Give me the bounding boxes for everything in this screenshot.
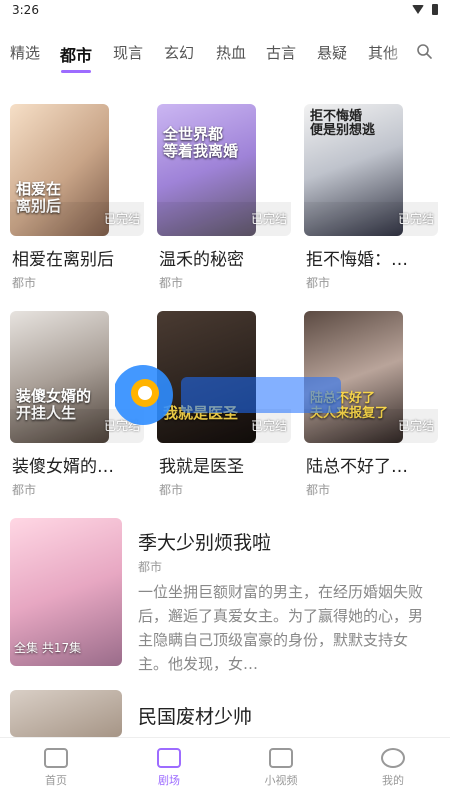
video-icon [269,748,293,768]
book-title[interactable]: 装傻女婿的… [12,452,114,477]
bottom-nav: 首页 剧场 小视频 我的 [0,737,450,802]
list-genre: 都市 [138,560,163,574]
tab-xuanhuan[interactable]: 玄幻 [164,42,194,63]
nav-label: 小视频 [264,774,298,787]
wifi-icon [412,5,424,14]
book-genre: 都市 [159,276,184,290]
status-badge: 已完结 [250,212,287,226]
cover-text: 拒不悔婚 便是别想逃 [310,109,376,139]
watermark-logo [115,365,341,425]
nav-profile[interactable]: 我的 [348,738,438,788]
list-description: 一位坐拥巨额财富的男主，在经历婚姻失败后，邂逅了真爱女主。为了赢得她的心，男主隐… [138,583,424,673]
status-badge: 已完结 [103,212,140,226]
book-cover[interactable]: 全集 共17集 [10,518,122,666]
list-title[interactable]: 季大少别烦我啦 [138,528,271,555]
badge-band: 已完结 [157,202,291,236]
book-genre: 都市 [306,276,331,290]
tabs-fade [385,35,415,75]
tab-guyan[interactable]: 古言 [266,42,296,63]
badge-band: 已完结 [10,202,144,236]
list-item[interactable]: 民国废材少帅 [10,690,440,737]
status-badge: 已完结 [397,419,434,433]
theater-icon [157,748,181,768]
cover-text: 全世界都 等着我离婚 [163,125,239,160]
tab-dushi[interactable]: 都市 [60,42,92,66]
home-icon [44,748,68,768]
active-tab-indicator [61,70,91,73]
book-title[interactable]: 相爱在离别后 [12,245,114,270]
nav-home[interactable]: 首页 [11,738,101,788]
profile-icon [381,748,405,768]
book-genre: 都市 [159,483,184,497]
status-icons [412,4,438,15]
tab-jingxuan[interactable]: 精选 [10,42,40,63]
book-title[interactable]: 温禾的秘密 [159,245,244,270]
tab-xuanyi[interactable]: 悬疑 [317,42,347,63]
tab-rexue[interactable]: 热血 [216,42,246,63]
book-genre: 都市 [12,483,37,497]
book-cover[interactable] [10,690,122,737]
nav-label: 我的 [382,774,404,787]
nav-label: 首页 [45,774,67,787]
tab-xianyan[interactable]: 现言 [113,42,143,63]
book-genre: 都市 [12,276,37,290]
nav-theater[interactable]: 剧场 [124,738,214,788]
search-icon[interactable] [416,43,432,59]
badge-band: 已完结 [304,202,438,236]
episode-badge: 全集 共17集 [14,641,82,655]
list-title[interactable]: 民国废材少帅 [138,702,252,729]
book-title[interactable]: 我就是医圣 [159,452,244,477]
book-title[interactable]: 陆总不好了… [306,452,408,477]
nav-label: 剧场 [158,774,180,787]
list-item[interactable]: 全集 共17集 季大少别烦我啦 都市 一位坐拥巨额财富的男主，在经历婚姻失败后，… [10,518,440,673]
book-title[interactable]: 拒不悔婚：… [306,245,408,270]
book-genre: 都市 [306,483,331,497]
status-time: 3:26 [12,3,39,17]
status-bar: 3:26 [0,0,450,22]
status-badge: 已完结 [397,212,434,226]
nav-short-video[interactable]: 小视频 [236,738,326,788]
battery-icon [432,4,438,15]
